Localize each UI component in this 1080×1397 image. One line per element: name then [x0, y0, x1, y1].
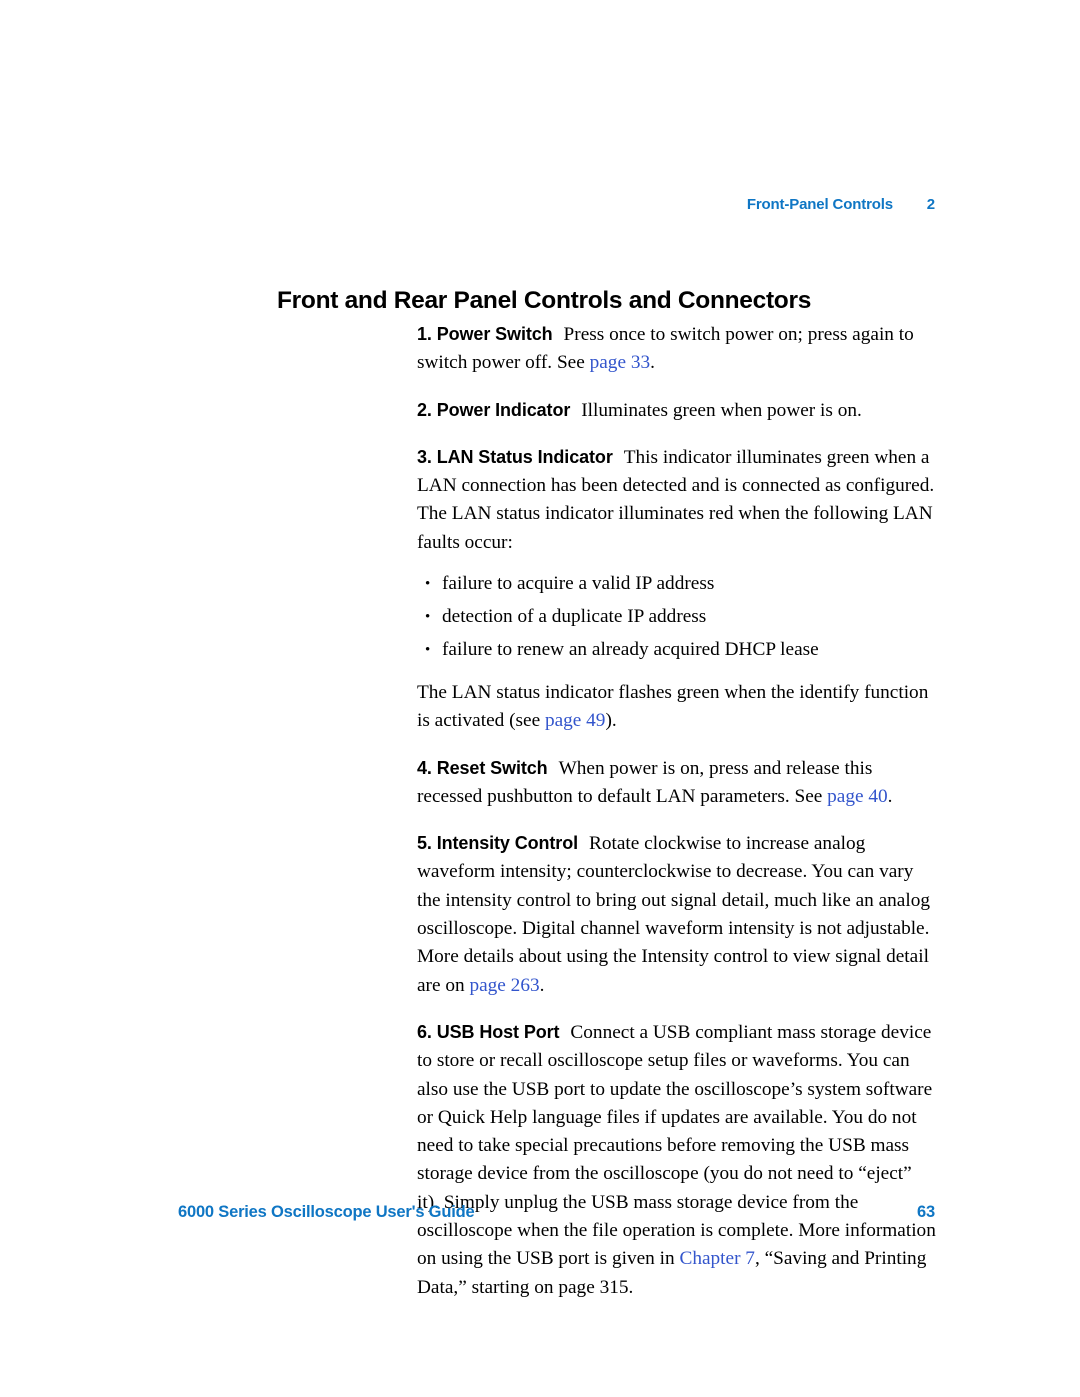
xref-page-33[interactable]: page 33: [590, 352, 651, 373]
running-header: Front-Panel Controls 2: [178, 196, 935, 213]
xref-page-49[interactable]: page 49: [545, 710, 606, 731]
body-column: 1. Power Switch Press once to switch powe…: [417, 320, 937, 1302]
item-5-intensity-control: 5. Intensity Control Rotate clockwise to …: [417, 829, 937, 1000]
item-2-text: Illuminates green when power is on.: [581, 399, 862, 421]
running-header-chapter-number: 2: [926, 196, 935, 213]
list-item: • detection of a duplicate IP address: [417, 603, 937, 631]
section-heading: Front and Rear Panel Controls and Connec…: [277, 287, 812, 315]
bullet-icon: •: [425, 641, 431, 658]
document-page: Front-Panel Controls 2 Front and Rear Pa…: [0, 0, 1080, 1397]
item-6-text: Connect a USB compliant mass storage dev…: [417, 1021, 936, 1270]
list-item: • failure to acquire a valid IP address: [417, 570, 937, 598]
list-item-label: detection of a duplicate IP address: [442, 605, 707, 627]
item-2-power-indicator: 2. Power Indicator Illuminates green when…: [417, 396, 937, 425]
item-3-follow-text-tail: ).: [605, 710, 617, 732]
list-item-label: failure to renew an already acquired DHC…: [442, 638, 819, 660]
xref-page-263[interactable]: page 263: [469, 975, 539, 996]
item-3-lan-status-indicator: 3. LAN Status Indicator This indicator il…: [417, 443, 937, 557]
item-3-follow-text: The LAN status indicator flashes green w…: [417, 681, 929, 732]
item-1-power-switch: 1. Power Switch Press once to switch powe…: [417, 320, 937, 378]
item-5-text-tail: .: [539, 974, 545, 996]
lan-faults-list: • failure to acquire a valid IP address •…: [417, 570, 937, 664]
list-item: • failure to renew an already acquired DH…: [417, 636, 937, 664]
footer-page-number: 63: [917, 1203, 935, 1221]
item-6-lead: 6. USB Host Port: [417, 1021, 560, 1042]
item-2-lead: 2. Power Indicator: [417, 399, 571, 420]
item-3-follow-paragraph: The LAN status indicator flashes green w…: [417, 679, 937, 736]
item-1-lead: 1. Power Switch: [417, 324, 553, 344]
item-4-text-tail: .: [887, 785, 893, 807]
running-header-chapter-title: Front-Panel Controls: [746, 196, 893, 213]
xref-page-40[interactable]: page 40: [827, 786, 888, 807]
footer-document-title: 6000 Series Oscilloscope User's Guide: [178, 1203, 475, 1221]
bullet-icon: •: [425, 608, 431, 625]
list-item-label: failure to acquire a valid IP address: [442, 573, 715, 595]
item-6-usb-host-port: 6. USB Host Port Connect a USB compliant …: [417, 1018, 937, 1302]
item-4-lead: 4. Reset Switch: [417, 757, 548, 778]
item-5-text: Rotate clockwise to increase analog wave…: [417, 833, 930, 996]
xref-chapter-7[interactable]: Chapter 7: [679, 1248, 755, 1269]
item-5-lead: 5. Intensity Control: [417, 833, 579, 854]
item-3-lead: 3. LAN Status Indicator: [417, 446, 613, 467]
item-1-text-tail: .: [650, 352, 655, 374]
running-footer: 6000 Series Oscilloscope User's Guide 63: [178, 1203, 935, 1222]
item-4-reset-switch: 4. Reset Switch When power is on, press a…: [417, 754, 937, 812]
bullet-icon: •: [425, 576, 431, 593]
